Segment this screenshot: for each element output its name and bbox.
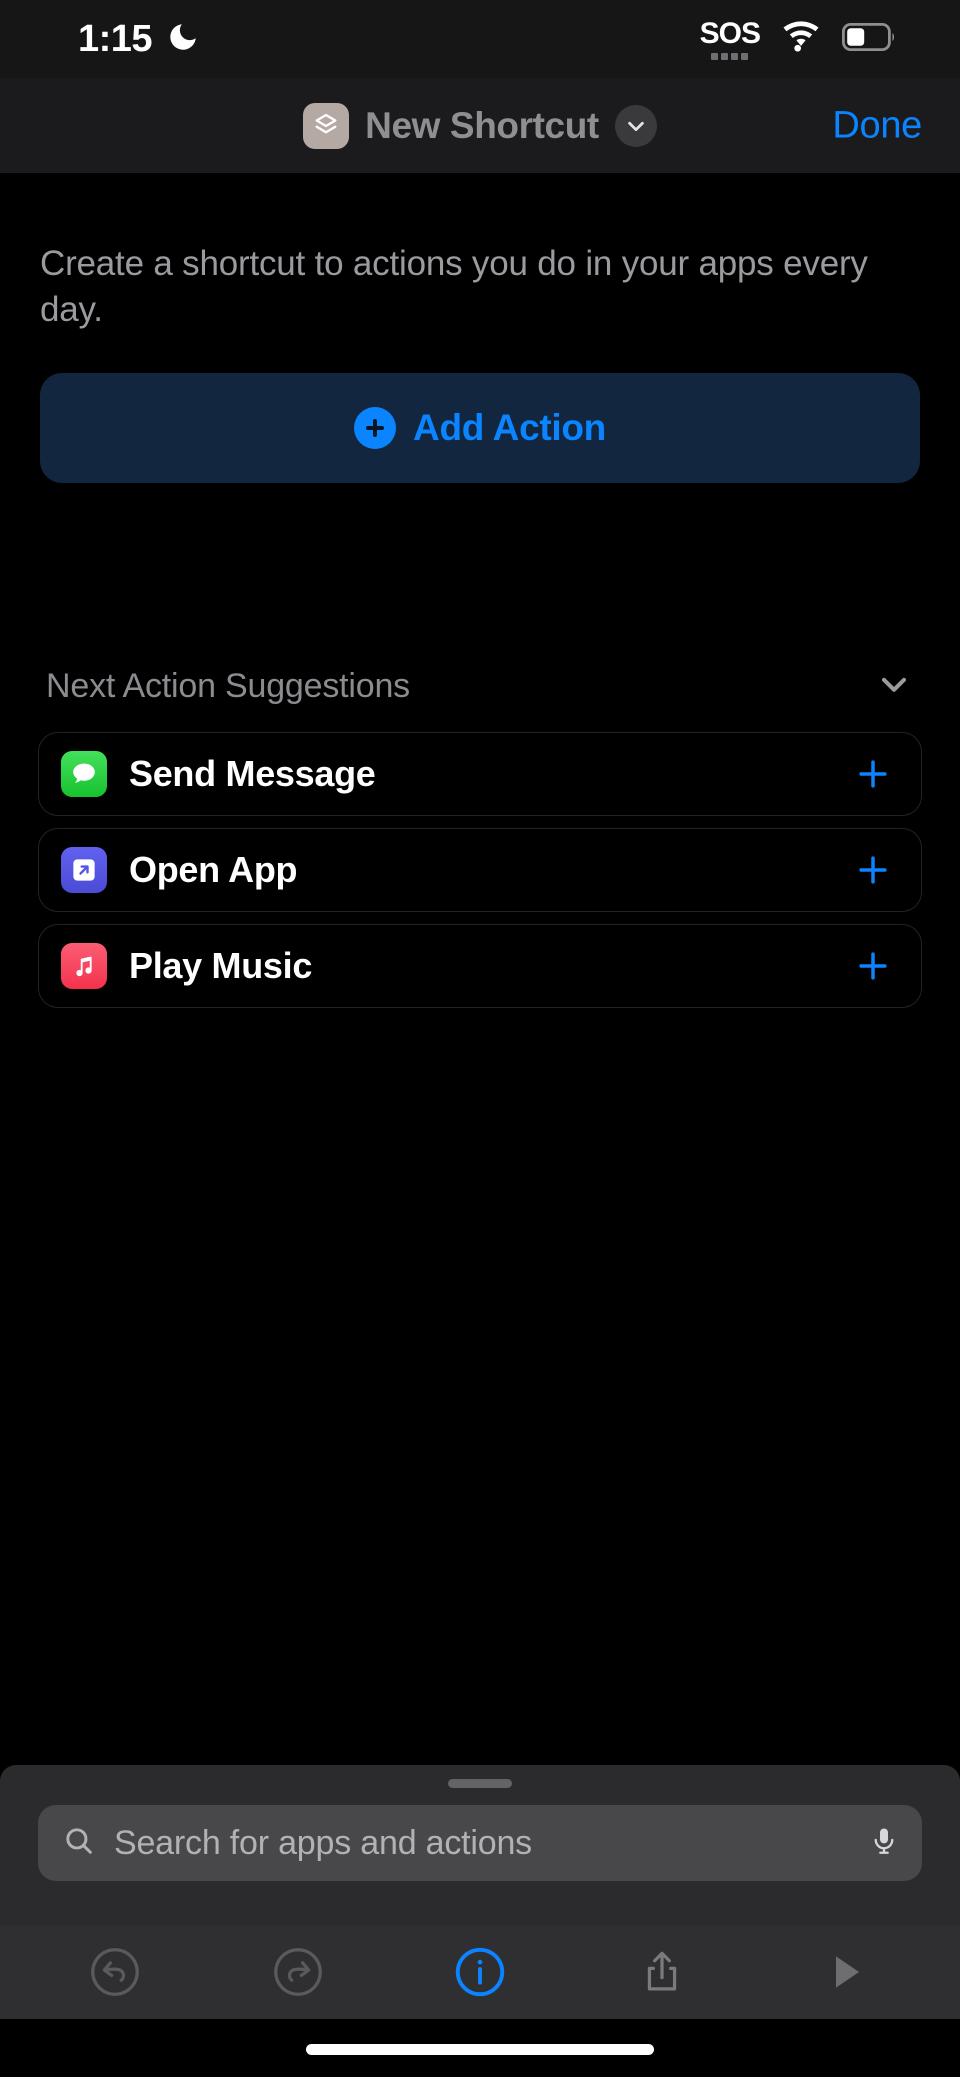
done-button[interactable]: Done: [832, 104, 922, 147]
info-button[interactable]: [440, 1932, 520, 2012]
action-search-sheet: Search for apps and actions: [0, 1765, 960, 1925]
play-button[interactable]: [805, 1932, 885, 2012]
suggestion-row-send-message[interactable]: Send Message: [38, 732, 922, 817]
shortcut-title-button[interactable]: New Shortcut: [303, 102, 657, 149]
signal-dots-icon: [711, 52, 749, 60]
navigation-bar: New Shortcut Done: [0, 78, 960, 173]
plus-circle-icon: [354, 407, 397, 450]
home-indicator: [306, 2044, 654, 2055]
status-bar-clock: 1:15: [78, 18, 153, 60]
suggestion-label: Send Message: [129, 753, 376, 795]
add-suggestion-button[interactable]: [851, 752, 895, 796]
music-icon: [61, 943, 107, 990]
add-suggestion-button[interactable]: [851, 848, 895, 892]
moon-icon: [166, 20, 200, 59]
chevron-down-icon[interactable]: [874, 664, 914, 709]
sos-indicator: SOS: [699, 16, 761, 60]
battery-icon: [841, 22, 898, 57]
sos-label: SOS: [699, 16, 761, 50]
add-action-label: Add Action: [413, 407, 606, 449]
drag-handle[interactable]: [448, 1779, 512, 1788]
shortcut-stack-icon: [303, 102, 350, 149]
share-button[interactable]: [622, 1932, 702, 2012]
suggestion-label: Open App: [129, 849, 298, 891]
open-app-icon: [61, 847, 107, 894]
page-title: New Shortcut: [365, 104, 599, 146]
shortcuts-editor-screen: 1:15 SOS New Shortcut Done Create a shor…: [0, 0, 960, 2077]
status-bar-left: 1:15: [78, 20, 200, 59]
suggestion-row-play-music[interactable]: Play Music: [38, 924, 922, 1009]
next-action-suggestions-header[interactable]: Next Action Suggestions: [0, 658, 960, 714]
add-action-button[interactable]: Add Action: [40, 373, 920, 484]
suggestion-row-open-app[interactable]: Open App: [38, 828, 922, 913]
search-icon: [62, 1824, 96, 1863]
search-placeholder: Search for apps and actions: [114, 1823, 532, 1862]
suggestion-label: Play Music: [129, 945, 313, 987]
status-bar-right: SOS: [699, 16, 898, 60]
status-bar: 1:15 SOS: [0, 0, 960, 78]
wifi-icon: [780, 20, 822, 58]
suggestions-list: Send Message Open App Play Music: [0, 732, 960, 1009]
messages-icon: [61, 751, 107, 798]
editor-toolbar: [0, 1925, 960, 2019]
undo-button[interactable]: [75, 1932, 155, 2012]
suggestions-title: Next Action Suggestions: [46, 666, 410, 705]
search-input[interactable]: Search for apps and actions: [38, 1805, 922, 1881]
microphone-icon[interactable]: [868, 1825, 900, 1862]
add-suggestion-button[interactable]: [851, 944, 895, 988]
chevron-down-icon[interactable]: [614, 104, 657, 147]
redo-button[interactable]: [258, 1932, 338, 2012]
shortcut-description: Create a shortcut to actions you do in y…: [40, 244, 868, 330]
